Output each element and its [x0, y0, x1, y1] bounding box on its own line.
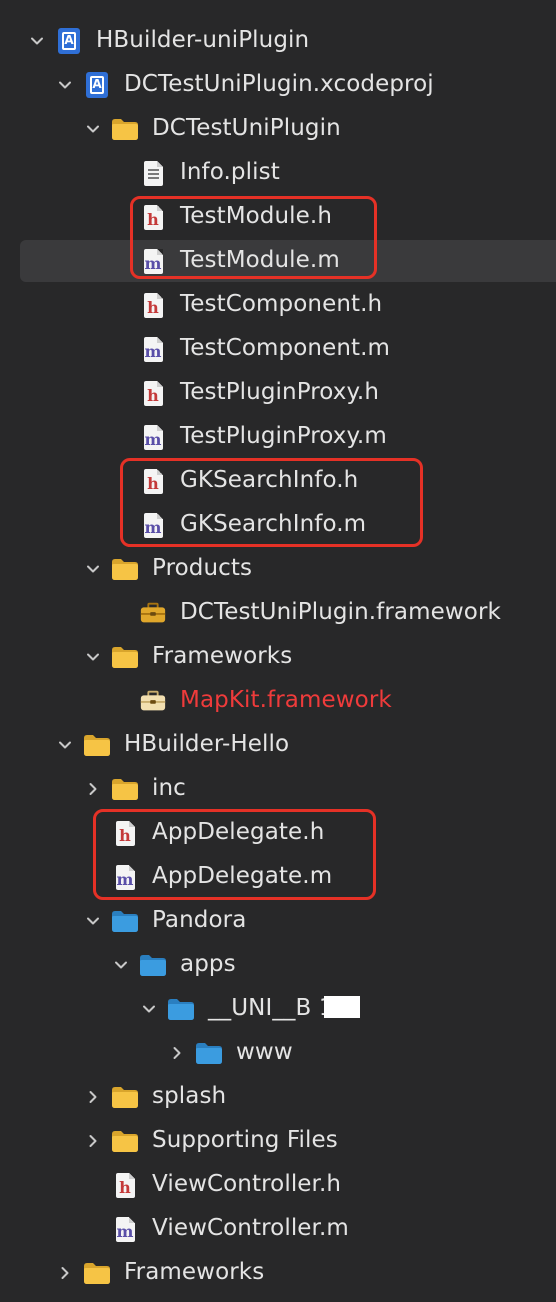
blue-folder-icon — [139, 951, 167, 979]
tree-row-label: TestComponent.h — [180, 291, 383, 317]
header-file-icon: h — [139, 291, 167, 319]
tree-row[interactable]: HBuilder-Hello — [0, 723, 556, 767]
tree-row[interactable]: Products — [0, 547, 556, 591]
tree-row-label: TestPluginProxy.m — [180, 423, 387, 449]
chevron-down-icon[interactable] — [83, 647, 103, 667]
tree-row[interactable]: HBuilder-uniPlugin — [0, 19, 556, 63]
folder-icon — [83, 1259, 111, 1287]
tree-row-label: Pandora — [152, 907, 247, 933]
tree-row[interactable]: Supporting Files — [0, 1119, 556, 1163]
chevron-down-icon[interactable] — [111, 955, 131, 975]
tree-row-label: Products — [152, 555, 253, 581]
tree-row[interactable]: Pandora — [0, 899, 556, 943]
folder-icon — [83, 731, 111, 759]
tree-row-label: Frameworks — [152, 643, 293, 669]
tree-row[interactable]: www — [0, 1031, 556, 1075]
chevron-right-icon[interactable] — [55, 1263, 75, 1283]
tree-row-label: DCTestUniPlugin — [152, 115, 341, 141]
tree-row-label: ViewController.m — [152, 1215, 349, 1241]
tree-row-label: Frameworks — [124, 1259, 265, 1285]
redaction-patch — [324, 996, 360, 1018]
tree-row-label: www — [236, 1039, 293, 1065]
folder-icon — [111, 555, 139, 583]
blue-folder-icon — [195, 1039, 223, 1067]
framework-icon — [139, 599, 167, 627]
chevron-right-icon[interactable] — [83, 1131, 103, 1151]
app-project-icon — [55, 27, 83, 55]
header-file-icon: h — [111, 1171, 139, 1199]
folder-icon — [111, 775, 139, 803]
tree-row[interactable]: DCTestUniPlugin — [0, 107, 556, 151]
tree-row[interactable]: h TestPluginProxy.h — [0, 371, 556, 415]
folder-icon — [111, 1127, 139, 1155]
tree-row[interactable]: __UNI__B 12 — [0, 987, 556, 1031]
tree-row-label: ViewController.h — [152, 1171, 342, 1197]
tree-row-label: Supporting Files — [152, 1127, 338, 1153]
tree-row[interactable]: MapKit.framework — [0, 679, 556, 723]
tree-row[interactable]: DCTestUniPlugin.xcodeproj — [0, 63, 556, 107]
chevron-down-icon[interactable] — [55, 75, 75, 95]
chevron-down-icon[interactable] — [83, 119, 103, 139]
tree-row-label: apps — [180, 951, 236, 977]
tree-row-label: MapKit.framework — [180, 687, 392, 713]
tree-row-label: Info.plist — [180, 159, 280, 185]
folder-icon — [111, 643, 139, 671]
tree-row-label: DCTestUniPlugin.framework — [180, 599, 501, 625]
tree-row[interactable]: h TestComponent.h — [0, 283, 556, 327]
folder-icon — [111, 1083, 139, 1111]
chevron-right-icon[interactable] — [167, 1043, 187, 1063]
tree-row[interactable]: Frameworks — [0, 1251, 556, 1295]
tree-row[interactable]: DCTestUniPlugin.framework — [0, 591, 556, 635]
chevron-down-icon[interactable] — [83, 911, 103, 931]
tree-row[interactable]: Info.plist — [0, 151, 556, 195]
framework-missing-icon — [139, 687, 167, 715]
chevron-down-icon[interactable] — [139, 999, 159, 1019]
tree-row[interactable]: m TestPluginProxy.m — [0, 415, 556, 459]
tree-row-label: HBuilder-Hello — [124, 731, 290, 757]
chevron-right-icon[interactable] — [83, 1087, 103, 1107]
tree-row-label: TestComponent.m — [180, 335, 391, 361]
tree-row[interactable]: splash — [0, 1075, 556, 1119]
tree-row[interactable]: apps — [0, 943, 556, 987]
blue-folder-icon — [167, 995, 195, 1023]
tree-row[interactable]: Frameworks — [0, 635, 556, 679]
objc-file-icon: m — [139, 423, 167, 451]
tree-row-label: inc — [152, 775, 186, 801]
highlight-box — [120, 458, 423, 547]
blue-folder-icon — [111, 907, 139, 935]
objc-file-icon: m — [139, 335, 167, 363]
chevron-right-icon[interactable] — [83, 779, 103, 799]
tree-row-label: TestPluginProxy.h — [180, 379, 380, 405]
objc-file-icon: m — [111, 1215, 139, 1243]
chevron-down-icon[interactable] — [83, 559, 103, 579]
xcodeproj-icon — [83, 71, 111, 99]
chevron-down-icon[interactable] — [27, 31, 47, 51]
tree-row[interactable]: inc — [0, 767, 556, 811]
tree-row-label: DCTestUniPlugin.xcodeproj — [124, 71, 434, 97]
project-navigator: HBuilder-uniPlugin DCTestUniPlugin.xcodep… — [0, 0, 556, 1302]
tree-row[interactable]: m ViewController.m — [0, 1207, 556, 1251]
plist-file-icon — [139, 159, 167, 187]
chevron-down-icon[interactable] — [55, 735, 75, 755]
folder-icon — [111, 115, 139, 143]
highlight-box — [130, 196, 377, 279]
highlight-box — [93, 809, 376, 900]
tree-row[interactable]: h ViewController.h — [0, 1163, 556, 1207]
header-file-icon: h — [139, 379, 167, 407]
tree-row-label: splash — [152, 1083, 227, 1109]
tree-row-label: HBuilder-uniPlugin — [96, 27, 310, 53]
tree-row[interactable]: m TestComponent.m — [0, 327, 556, 371]
